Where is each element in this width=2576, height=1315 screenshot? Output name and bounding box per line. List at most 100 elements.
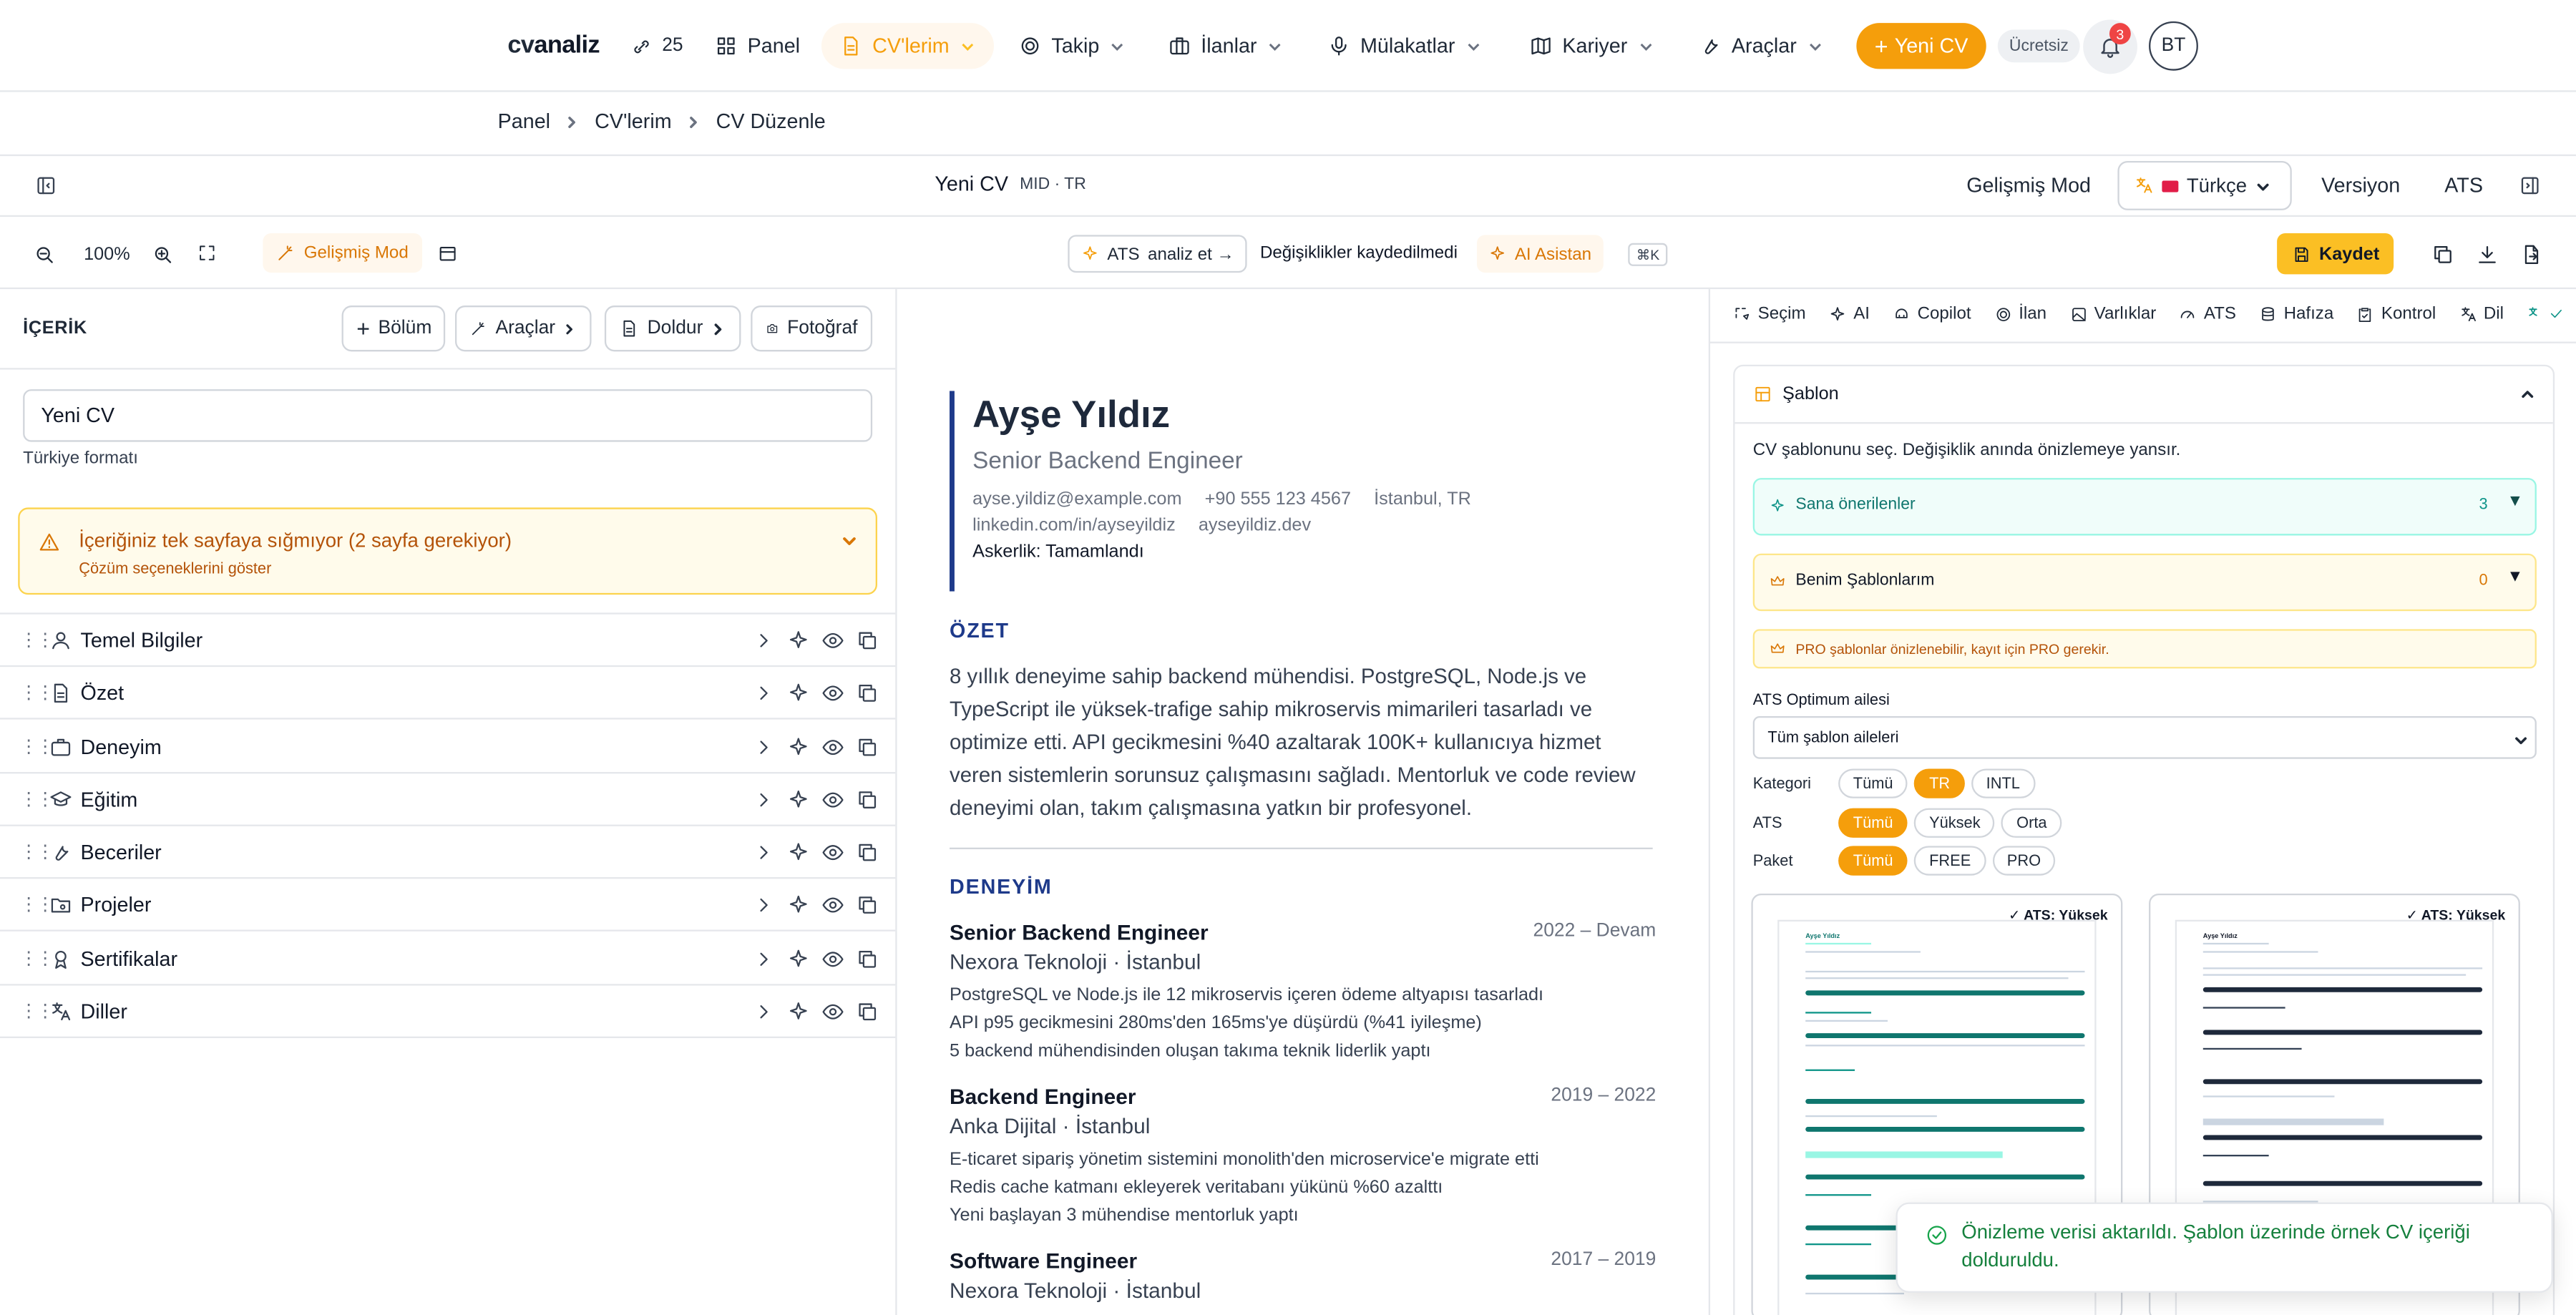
template-card-header[interactable]: Şablon	[1735, 366, 2553, 424]
chevron-right-icon[interactable]	[753, 840, 776, 863]
chevron-right-icon[interactable]	[753, 628, 776, 651]
copy-icon[interactable]	[856, 788, 879, 811]
chevron-down-icon[interactable]	[841, 532, 858, 549]
sparkle-icon[interactable]	[787, 840, 810, 863]
filter-chip[interactable]: Tümü	[1838, 846, 1908, 876]
new-cv-button[interactable]: + Yeni CV	[1856, 23, 1986, 69]
copy-icon[interactable]	[856, 628, 879, 651]
eye-icon[interactable]	[821, 893, 844, 916]
nav-kariyer[interactable]: Kariyer	[1529, 0, 1654, 92]
drag-handle-icon[interactable]: ⋮⋮	[20, 1000, 54, 1022]
tools-button[interactable]: Araçlar	[454, 305, 592, 352]
tab-copilot[interactable]: Copilot	[1893, 304, 1971, 323]
fullscreen-icon[interactable]	[197, 243, 218, 263]
photo-button[interactable]: Fotoğraf	[751, 305, 873, 352]
drag-handle-icon[interactable]: ⋮⋮	[20, 841, 54, 863]
section-diller[interactable]: ⋮⋮ Diller	[0, 986, 896, 1039]
logo[interactable]: cvanaliz	[507, 31, 600, 59]
section-temel-bilgiler[interactable]: ⋮⋮ Temel Bilgiler	[0, 615, 896, 668]
eye-icon[interactable]	[821, 840, 844, 863]
nav-takip[interactable]: Takip	[1018, 0, 1126, 92]
sparkle-icon[interactable]	[787, 999, 810, 1022]
section-projeler[interactable]: ⋮⋮ Projeler	[0, 879, 896, 932]
cv-name-input[interactable]	[23, 389, 873, 442]
advanced-mode-toggle[interactable]: Gelişmiş Mod	[1966, 174, 2091, 197]
filter-chip[interactable]: TR	[1914, 768, 1965, 798]
drag-handle-icon[interactable]: ⋮⋮	[20, 894, 54, 915]
chevron-right-icon[interactable]	[753, 735, 776, 758]
tab-varliklar[interactable]: Varlıklar	[2069, 304, 2156, 323]
add-section-button[interactable]: + Bölüm	[341, 305, 446, 352]
chevron-right-icon[interactable]	[753, 681, 776, 704]
zoom-in-icon[interactable]	[151, 243, 174, 266]
credits-counter[interactable]: 25	[631, 0, 683, 92]
chevron-up-icon[interactable]	[2520, 388, 2535, 403]
filter-chip[interactable]: INTL	[1971, 768, 2035, 798]
advanced-mode-button[interactable]: Gelişmiş Mod	[263, 233, 422, 273]
drag-handle-icon[interactable]: ⋮⋮	[20, 736, 54, 758]
filter-chip[interactable]: Tümü	[1838, 768, 1908, 798]
ats-button[interactable]: ATS	[2444, 174, 2483, 197]
copy-icon[interactable]	[856, 999, 879, 1022]
section-egitim[interactable]: ⋮⋮ Eğitim	[0, 773, 896, 826]
section-sertifikalar[interactable]: ⋮⋮ Sertifikalar	[0, 933, 896, 986]
tab-ats[interactable]: ATS	[2179, 304, 2236, 323]
sidebar-toggle-icon[interactable]	[34, 174, 57, 197]
sparkle-icon[interactable]	[787, 893, 810, 916]
sparkle-icon[interactable]	[787, 735, 810, 758]
sparkle-icon[interactable]	[787, 628, 810, 651]
zoom-out-icon[interactable]	[33, 243, 56, 266]
tab-kontrol[interactable]: Kontrol	[2356, 304, 2436, 323]
eye-icon[interactable]	[821, 681, 844, 704]
eye-icon[interactable]	[821, 735, 844, 758]
breadcrumb-panel[interactable]: Panel	[498, 110, 550, 133]
copy-icon[interactable]	[856, 735, 879, 758]
chevron-right-icon[interactable]	[753, 999, 776, 1022]
tab-hafiza[interactable]: Hafıza	[2259, 304, 2333, 323]
tab-dil[interactable]: Dil	[2459, 304, 2504, 323]
layout-icon[interactable]	[437, 243, 459, 265]
section-ozet[interactable]: ⋮⋮ Özet	[0, 667, 896, 720]
filter-chip[interactable]: Yüksek	[1914, 808, 1996, 838]
document-title[interactable]: Yeni CV	[935, 172, 1008, 195]
breadcrumb-cvlerim[interactable]: CV'lerim	[595, 110, 672, 133]
eye-icon[interactable]	[821, 947, 844, 970]
eye-icon[interactable]	[821, 628, 844, 651]
avatar[interactable]: BT	[2149, 21, 2198, 71]
drag-handle-icon[interactable]: ⋮⋮	[20, 629, 54, 651]
tab-language-check[interactable]	[2527, 305, 2565, 323]
copy-icon[interactable]	[856, 947, 879, 970]
success-toast[interactable]: Önizleme verisi aktarıldı. Şablon üzerin…	[1896, 1202, 2553, 1293]
chevron-right-icon[interactable]	[753, 893, 776, 916]
copy-icon[interactable]	[2431, 243, 2454, 266]
drag-handle-icon[interactable]: ⋮⋮	[20, 948, 54, 969]
sparkle-icon[interactable]	[787, 947, 810, 970]
download-icon[interactable]	[2476, 243, 2499, 266]
export-icon[interactable]	[2520, 243, 2543, 266]
recommended-accordion[interactable]: Sana önerilenler 3 ▼	[1752, 478, 2537, 536]
chevron-right-icon[interactable]	[753, 947, 776, 970]
tab-ai[interactable]: AI	[1829, 304, 1870, 323]
sparkle-icon[interactable]	[787, 788, 810, 811]
filter-chip[interactable]: Tümü	[1838, 808, 1908, 838]
filter-chip[interactable]: PRO	[1992, 846, 2056, 876]
ai-assistant-button[interactable]: AI Asistan	[1477, 235, 1604, 273]
my-templates-accordion[interactable]: Benim Şablonlarım 0 ▼	[1752, 553, 2537, 612]
nav-panel[interactable]: Panel	[715, 0, 800, 92]
section-beceriler[interactable]: ⋮⋮ Beceriler	[0, 826, 896, 879]
copy-icon[interactable]	[856, 840, 879, 863]
save-button[interactable]: Kaydet	[2277, 233, 2394, 275]
fill-button[interactable]: Doldur	[604, 305, 741, 352]
nav-ilanlar[interactable]: İlanlar	[1168, 0, 1283, 92]
panel-toggle-icon[interactable]	[2519, 174, 2542, 197]
nav-cvlerim[interactable]: CV'lerim	[821, 23, 994, 69]
warning-link[interactable]: Çözüm seçeneklerini göster	[79, 560, 271, 578]
sparkle-icon[interactable]	[787, 681, 810, 704]
chevron-right-icon[interactable]	[753, 788, 776, 811]
section-deneyim[interactable]: ⋮⋮ Deneyim	[0, 721, 896, 774]
overflow-warning[interactable]: İçeriğiniz tek sayfaya sığmıyor (2 sayfa…	[18, 507, 878, 595]
filter-chip[interactable]: FREE	[1914, 846, 1986, 876]
version-button[interactable]: Versiyon	[2321, 174, 2400, 197]
copy-icon[interactable]	[856, 681, 879, 704]
notifications-button[interactable]: 3	[2083, 19, 2137, 74]
